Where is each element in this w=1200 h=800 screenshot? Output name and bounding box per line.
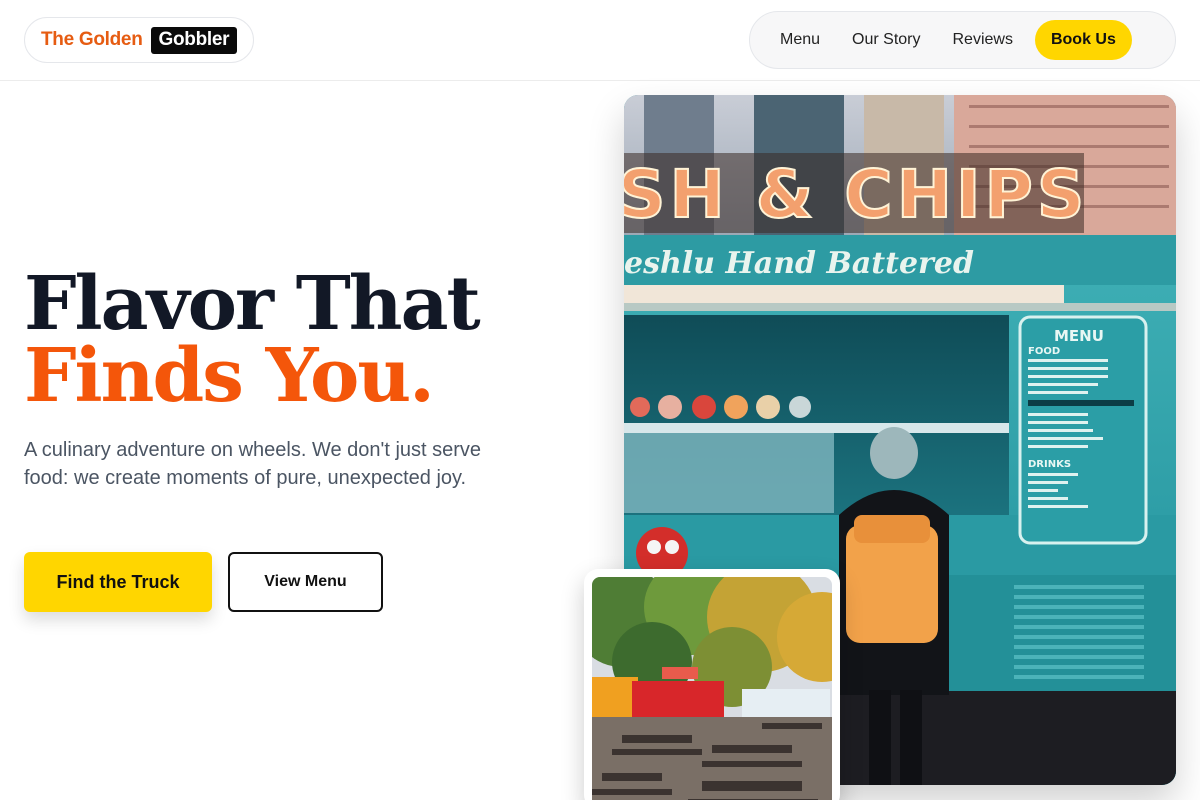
nav-link-our-story[interactable]: Our Story — [836, 20, 936, 60]
hero-title-line1: Flavor That — [24, 261, 481, 347]
nav-link-reviews[interactable]: Reviews — [937, 20, 1029, 60]
sign-text: SH & CHIPS — [624, 156, 1088, 233]
secondary-photo-park-trucks — [592, 577, 832, 800]
book-us-button[interactable]: Book Us — [1034, 20, 1132, 60]
hero-title-line2: Finds You. — [24, 333, 435, 419]
hero-title: Flavor That Finds You. — [24, 261, 481, 419]
main-nav: Menu Our Story Reviews Book Us — [749, 11, 1176, 69]
nav-link-menu[interactable]: Menu — [764, 20, 836, 60]
truck-script-text: eshlu Hand Battered — [624, 246, 974, 281]
find-the-truck-button[interactable]: Find the Truck — [24, 552, 212, 612]
secondary-photo-card — [584, 569, 840, 800]
site-header: The Golden Gobbler Menu Our Story Review… — [0, 0, 1200, 81]
brand-name-part2: Gobbler — [150, 26, 238, 54]
hero-subtitle: A culinary adventure on wheels. We don't… — [24, 439, 482, 489]
menu-board-food: FOOD — [1028, 346, 1060, 357]
brand-logo[interactable]: The Golden Gobbler — [24, 17, 255, 63]
menu-board-drinks: DRINKS — [1028, 459, 1071, 470]
menu-board-heading: MENU — [1054, 327, 1104, 345]
brand-name-part1: The Golden — [41, 29, 143, 50]
view-menu-button[interactable]: View Menu — [228, 552, 383, 612]
